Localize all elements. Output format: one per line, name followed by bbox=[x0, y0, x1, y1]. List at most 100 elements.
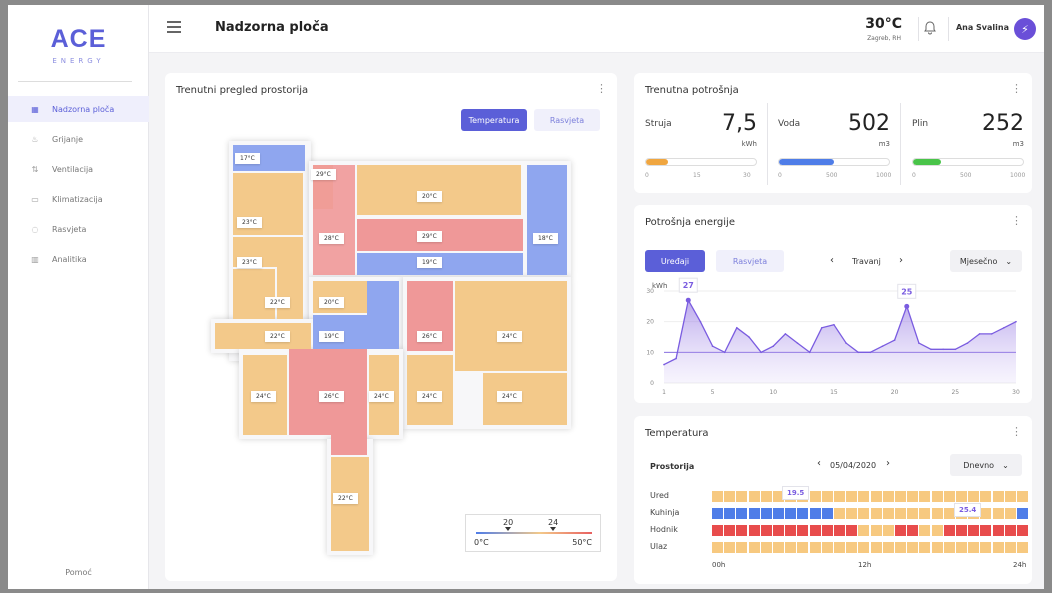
heatmap-cell[interactable] bbox=[760, 525, 772, 536]
heatmap-cell[interactable] bbox=[724, 491, 736, 502]
heatmap-cell[interactable] bbox=[846, 508, 858, 519]
heatmap-cell[interactable] bbox=[968, 525, 980, 536]
room[interactable] bbox=[357, 165, 521, 215]
heatmap-cell[interactable] bbox=[760, 491, 772, 502]
heatmap-cell[interactable] bbox=[919, 508, 931, 519]
sidebar-item-ventilacija[interactable]: ⇅ Ventilacija bbox=[8, 156, 149, 182]
heatmap-cell[interactable] bbox=[992, 508, 1004, 519]
heatmap-cell[interactable] bbox=[980, 508, 992, 519]
period-select[interactable]: Mjesečno ⌄ bbox=[950, 250, 1022, 272]
user-name[interactable]: Ana Svalina bbox=[956, 23, 1009, 32]
heatmap-cell[interactable] bbox=[980, 491, 992, 502]
heatmap-cell[interactable] bbox=[736, 508, 748, 519]
heatmap-cell[interactable] bbox=[846, 542, 858, 553]
hamburger-menu-icon[interactable] bbox=[167, 21, 181, 33]
heatmap-cell[interactable] bbox=[870, 508, 882, 519]
heatmap-cell[interactable] bbox=[797, 542, 809, 553]
heatmap-cell[interactable] bbox=[809, 491, 821, 502]
heatmap-cell[interactable] bbox=[992, 491, 1004, 502]
heatmap-cell[interactable] bbox=[712, 542, 723, 553]
heatmap-cell[interactable] bbox=[785, 525, 797, 536]
heatmap-cell[interactable] bbox=[858, 525, 870, 536]
heatmap-cell[interactable] bbox=[773, 542, 784, 553]
more-options-icon[interactable]: ⋮ bbox=[1011, 83, 1022, 94]
heatmap-cell[interactable] bbox=[736, 542, 748, 553]
prev-month-icon[interactable]: ‹ bbox=[830, 255, 834, 266]
heatmap-cell[interactable] bbox=[919, 525, 931, 536]
more-options-icon[interactable]: ⋮ bbox=[1011, 426, 1022, 437]
room[interactable] bbox=[407, 355, 453, 425]
heatmap-cell[interactable] bbox=[882, 542, 894, 553]
heatmap-cell[interactable] bbox=[895, 491, 906, 502]
heatmap-cell[interactable] bbox=[1017, 525, 1028, 536]
room[interactable] bbox=[331, 457, 369, 551]
heatmap-cell[interactable] bbox=[931, 491, 943, 502]
heatmap-cell[interactable] bbox=[980, 525, 992, 536]
heatmap-cell[interactable] bbox=[956, 491, 967, 502]
heatmap-cell[interactable] bbox=[724, 542, 736, 553]
heatmap-cell[interactable] bbox=[858, 491, 870, 502]
heatmap-cell[interactable] bbox=[895, 508, 906, 519]
sidebar-item-nadzorna-ploča[interactable]: ▦ Nadzorna ploča bbox=[8, 96, 149, 122]
heatmap-cell[interactable] bbox=[1017, 508, 1028, 519]
devices-toggle-button[interactable]: Uređaji bbox=[645, 250, 705, 272]
help-link[interactable]: Pomoć bbox=[8, 568, 149, 577]
heatmap-cell[interactable] bbox=[724, 525, 736, 536]
more-options-icon[interactable]: ⋮ bbox=[596, 83, 607, 94]
heatmap-cell[interactable] bbox=[846, 525, 858, 536]
heatmap-cell[interactable] bbox=[870, 525, 882, 536]
heatmap-cell[interactable] bbox=[834, 542, 845, 553]
heatmap-cell[interactable] bbox=[748, 542, 760, 553]
temperature-toggle-button[interactable]: Temperatura bbox=[461, 109, 527, 131]
sidebar-item-rasvjeta[interactable]: ◌ Rasvjeta bbox=[8, 216, 149, 242]
heatmap-cell[interactable] bbox=[809, 542, 821, 553]
heatmap-cell[interactable] bbox=[956, 525, 967, 536]
heatmap-cell[interactable] bbox=[943, 491, 955, 502]
prev-date-icon[interactable]: ‹ bbox=[817, 458, 821, 469]
room[interactable] bbox=[367, 281, 399, 349]
heatmap-cell[interactable] bbox=[992, 542, 1004, 553]
heatmap-cell[interactable] bbox=[773, 525, 784, 536]
sidebar-item-analitika[interactable]: ▥ Analitika bbox=[8, 246, 149, 272]
heatmap-cell[interactable] bbox=[907, 508, 919, 519]
heatmap-cell[interactable] bbox=[980, 542, 992, 553]
heatmap-cell[interactable] bbox=[1004, 542, 1016, 553]
heatmap-cell[interactable] bbox=[846, 491, 858, 502]
next-date-icon[interactable]: › bbox=[886, 458, 890, 469]
heatmap-cell[interactable] bbox=[821, 491, 833, 502]
heatmap-cell[interactable] bbox=[1004, 491, 1016, 502]
heatmap-cell[interactable] bbox=[797, 525, 809, 536]
sidebar-item-klimatizacija[interactable]: ▭ Klimatizacija bbox=[8, 186, 149, 212]
heatmap-cell[interactable] bbox=[748, 491, 760, 502]
heatmap-cell[interactable] bbox=[834, 491, 845, 502]
heatmap-cell[interactable] bbox=[748, 525, 760, 536]
heatmap-cell[interactable] bbox=[834, 525, 845, 536]
heatmap-cell[interactable] bbox=[821, 542, 833, 553]
heatmap-cell[interactable] bbox=[1017, 491, 1028, 502]
heatmap-cell[interactable] bbox=[760, 508, 772, 519]
heatmap-cell[interactable] bbox=[797, 508, 809, 519]
heatmap-cell[interactable] bbox=[821, 525, 833, 536]
heatmap-cell[interactable] bbox=[821, 508, 833, 519]
heatmap-cell[interactable] bbox=[907, 491, 919, 502]
heatmap-cell[interactable] bbox=[907, 525, 919, 536]
heatmap-cell[interactable] bbox=[931, 542, 943, 553]
heatmap-cell[interactable] bbox=[1004, 525, 1016, 536]
heatmap-cell[interactable] bbox=[773, 508, 784, 519]
heatmap-cell[interactable] bbox=[748, 508, 760, 519]
user-avatar-icon[interactable]: ⚡ bbox=[1014, 18, 1036, 40]
sidebar-item-grijanje[interactable]: ♨ Grijanje bbox=[8, 126, 149, 152]
heatmap-cell[interactable] bbox=[736, 491, 748, 502]
period-select[interactable]: Dnevno ⌄ bbox=[950, 454, 1022, 476]
heatmap-cell[interactable] bbox=[968, 491, 980, 502]
room[interactable] bbox=[215, 323, 311, 349]
notification-bell-icon[interactable] bbox=[924, 21, 936, 35]
heatmap-cell[interactable] bbox=[858, 508, 870, 519]
heatmap-cell[interactable] bbox=[882, 525, 894, 536]
lighting-toggle-button[interactable]: Rasvjeta bbox=[534, 109, 600, 131]
next-month-icon[interactable]: › bbox=[899, 255, 903, 266]
heatmap-cell[interactable] bbox=[931, 508, 943, 519]
heatmap-cell[interactable] bbox=[785, 508, 797, 519]
room[interactable] bbox=[483, 373, 567, 425]
heatmap-cell[interactable] bbox=[712, 525, 723, 536]
